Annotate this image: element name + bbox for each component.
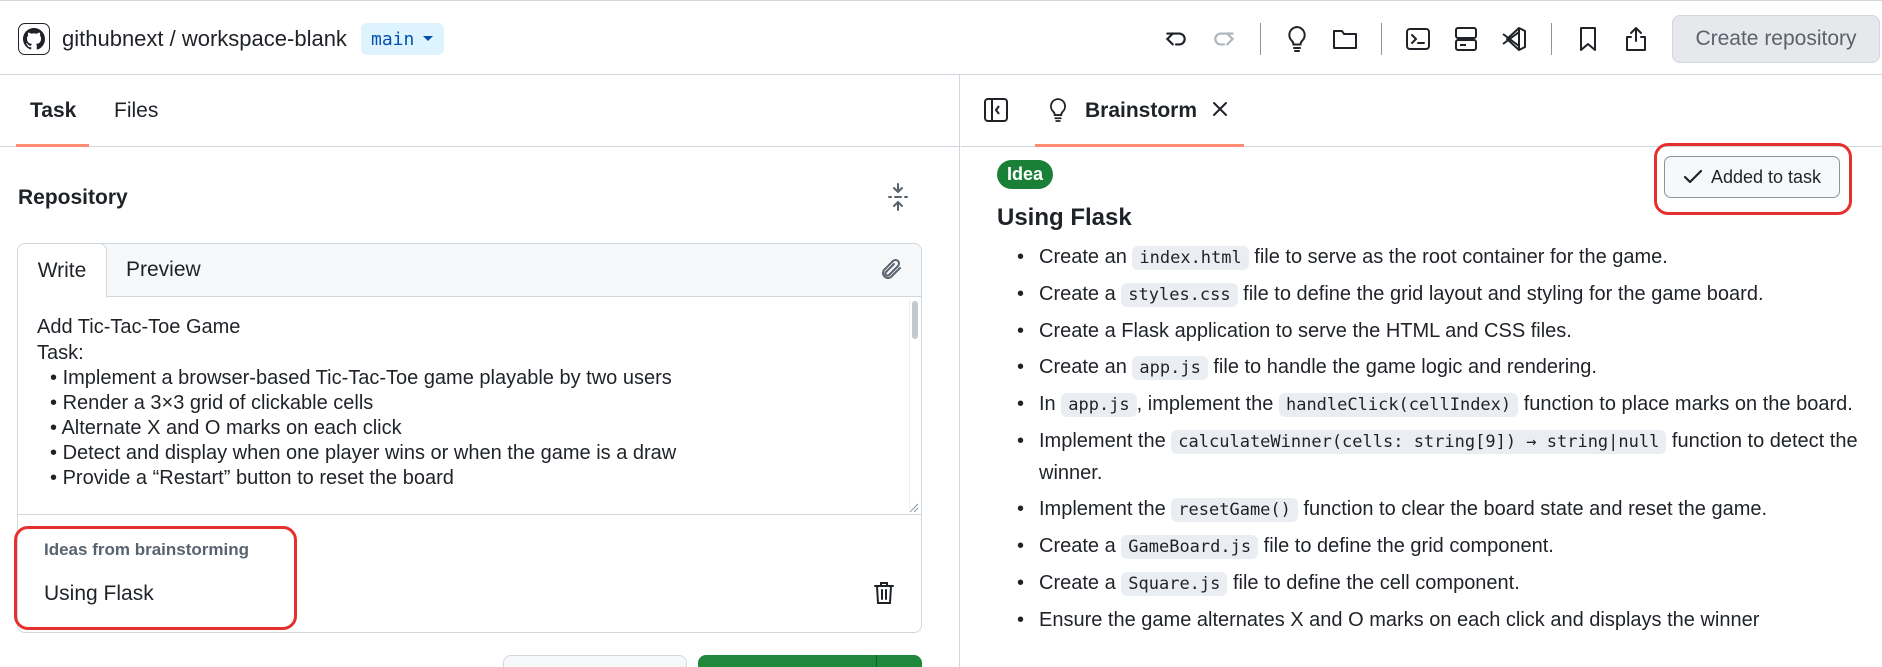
write-tab[interactable]: Write bbox=[18, 244, 107, 298]
step-text: file to handle the game logic and render… bbox=[1207, 356, 1597, 378]
step-text: Create a Flask application to serve the … bbox=[1039, 320, 1572, 342]
resize-handle-icon[interactable] bbox=[907, 500, 919, 513]
paperclip-icon[interactable] bbox=[880, 257, 906, 283]
lightbulb-icon bbox=[1047, 96, 1071, 126]
trash-icon[interactable] bbox=[873, 580, 899, 608]
text-line: Provide a “Restart” button to reset the … bbox=[62, 467, 454, 489]
create-repository-button[interactable]: Create repository bbox=[1672, 15, 1880, 63]
close-icon[interactable] bbox=[1210, 99, 1232, 123]
tab-task[interactable]: Task bbox=[30, 99, 76, 123]
step-text: Create a bbox=[1039, 572, 1122, 594]
idea-step-item: Create an index.html file to serve as th… bbox=[997, 242, 1877, 274]
step-text: Create an bbox=[1039, 246, 1133, 268]
inline-code: styles.css bbox=[1121, 283, 1238, 307]
repo-name[interactable]: githubnext / workspace-blank bbox=[62, 26, 347, 52]
vscode-icon[interactable] bbox=[1500, 25, 1528, 53]
inline-code: app.js bbox=[1061, 393, 1137, 417]
scroll-thumb[interactable] bbox=[912, 301, 918, 339]
active-tab-indicator bbox=[1035, 144, 1244, 147]
secondary-button[interactable] bbox=[503, 655, 687, 667]
share-icon[interactable] bbox=[1622, 25, 1650, 53]
tab-files[interactable]: Files bbox=[114, 99, 158, 123]
folder-icon[interactable] bbox=[1331, 25, 1359, 53]
step-text: Create a bbox=[1039, 535, 1122, 557]
inline-code: calculateWinner(cells: string[9]) → stri… bbox=[1171, 430, 1667, 454]
highlight-annotation bbox=[14, 526, 297, 630]
lightbulb-icon[interactable] bbox=[1283, 25, 1311, 53]
step-text: file to define the grid component. bbox=[1258, 535, 1554, 557]
idea-step-item: Create a Square.js file to define the ce… bbox=[997, 568, 1877, 600]
idea-step-item: Ensure the game alternates X and O marks… bbox=[997, 605, 1877, 636]
step-text: Create an bbox=[1039, 356, 1133, 378]
idea-step-item: Create a GameBoard.js file to define the… bbox=[997, 531, 1877, 563]
text-bullet: • Detect and display when one player win… bbox=[50, 442, 677, 464]
inline-code: index.html bbox=[1132, 246, 1249, 270]
text-line: Alternate X and O marks on each click bbox=[61, 417, 402, 439]
inline-code: GameBoard.js bbox=[1121, 535, 1259, 559]
step-text: Create a bbox=[1039, 283, 1122, 305]
primary-button[interactable] bbox=[698, 655, 922, 667]
idea-badge: Idea bbox=[997, 160, 1054, 189]
inline-code: app.js bbox=[1132, 356, 1208, 380]
text-line: Task: bbox=[37, 342, 84, 364]
idea-step-item: Implement the calculateWinner(cells: str… bbox=[997, 426, 1877, 489]
fold-icon[interactable] bbox=[885, 182, 911, 212]
preview-tab[interactable]: Preview bbox=[126, 258, 201, 282]
step-text: Implement the bbox=[1039, 498, 1172, 520]
redo-icon[interactable] bbox=[1210, 25, 1238, 53]
highlight-annotation bbox=[1654, 143, 1852, 215]
text-line: Add Tic-Tac-Toe Game bbox=[37, 316, 241, 338]
idea-title: Using Flask bbox=[997, 204, 1132, 231]
step-text: file to define the grid layout and styli… bbox=[1237, 283, 1764, 305]
tab-brainstorm[interactable]: Brainstorm bbox=[1085, 99, 1197, 123]
step-text: In bbox=[1039, 393, 1062, 415]
inline-code: handleClick(cellIndex) bbox=[1278, 393, 1519, 417]
inline-code: Square.js bbox=[1121, 572, 1228, 596]
toolbar-divider bbox=[1551, 23, 1552, 55]
text-bullet: • Render a 3×3 grid of clickable cells bbox=[50, 392, 374, 414]
idea-steps-list: Create an index.html file to serve as th… bbox=[997, 242, 1877, 641]
step-text: file to serve as the root container for … bbox=[1248, 246, 1668, 268]
toolbar-divider bbox=[1260, 23, 1261, 55]
brainstorm-content: Idea Added to task Using Flask Create an… bbox=[961, 148, 1882, 667]
idea-step-item: Create a Flask application to serve the … bbox=[997, 316, 1877, 347]
text-line: Render a 3×3 grid of clickable cells bbox=[62, 392, 374, 414]
bookmark-icon[interactable] bbox=[1574, 25, 1602, 53]
terminal-icon[interactable] bbox=[1404, 25, 1432, 53]
top-bar: githubnext / workspace-blank main Create… bbox=[0, 0, 1882, 75]
step-text: file to define the cell component. bbox=[1227, 572, 1520, 594]
text-line: Implement a browser-based Tic-Tac-Toe ga… bbox=[62, 367, 672, 389]
server-icon[interactable] bbox=[1452, 25, 1480, 53]
step-text: function to place marks on the board. bbox=[1518, 393, 1853, 415]
step-text: , implement the bbox=[1136, 393, 1279, 415]
section-title: Repository bbox=[18, 186, 128, 209]
idea-step-item: Create an app.js file to handle the game… bbox=[997, 352, 1877, 384]
task-tabs: Task Files bbox=[0, 75, 960, 147]
idea-step-item: Create a styles.css file to define the g… bbox=[997, 279, 1877, 311]
step-text: function to clear the board state and re… bbox=[1297, 498, 1768, 520]
idea-step-item: Implement the resetGame() function to cl… bbox=[997, 494, 1877, 526]
text-line: Detect and display when one player wins … bbox=[62, 442, 677, 464]
toolbar-divider bbox=[1381, 23, 1382, 55]
step-text: Implement the bbox=[1039, 430, 1172, 452]
task-textarea[interactable]: Add Tic-Tac-Toe Game Task: • Implement a… bbox=[18, 297, 921, 515]
text-bullet: • Implement a browser-based Tic-Tac-Toe … bbox=[50, 367, 672, 389]
github-logo-icon[interactable] bbox=[18, 23, 50, 55]
active-tab-indicator bbox=[16, 144, 89, 147]
idea-step-item: In app.js, implement the handleClick(cel… bbox=[997, 389, 1877, 421]
branch-name: main bbox=[371, 28, 415, 50]
text-bullet: • Provide a “Restart” button to reset th… bbox=[50, 467, 454, 489]
branch-selector[interactable]: main bbox=[361, 23, 445, 55]
undo-icon[interactable] bbox=[1162, 25, 1190, 53]
text-bullet: • Alternate X and O marks on each click bbox=[50, 417, 402, 439]
editor-header: Write Preview bbox=[18, 244, 921, 298]
caret-down-icon bbox=[423, 36, 434, 41]
split-divider bbox=[876, 655, 877, 667]
step-text: Ensure the game alternates X and O marks… bbox=[1039, 609, 1760, 631]
inline-code: resetGame() bbox=[1171, 498, 1298, 522]
brainstorm-tabs: Brainstorm bbox=[961, 75, 1882, 147]
sidebar-toggle-icon[interactable] bbox=[983, 97, 1011, 125]
